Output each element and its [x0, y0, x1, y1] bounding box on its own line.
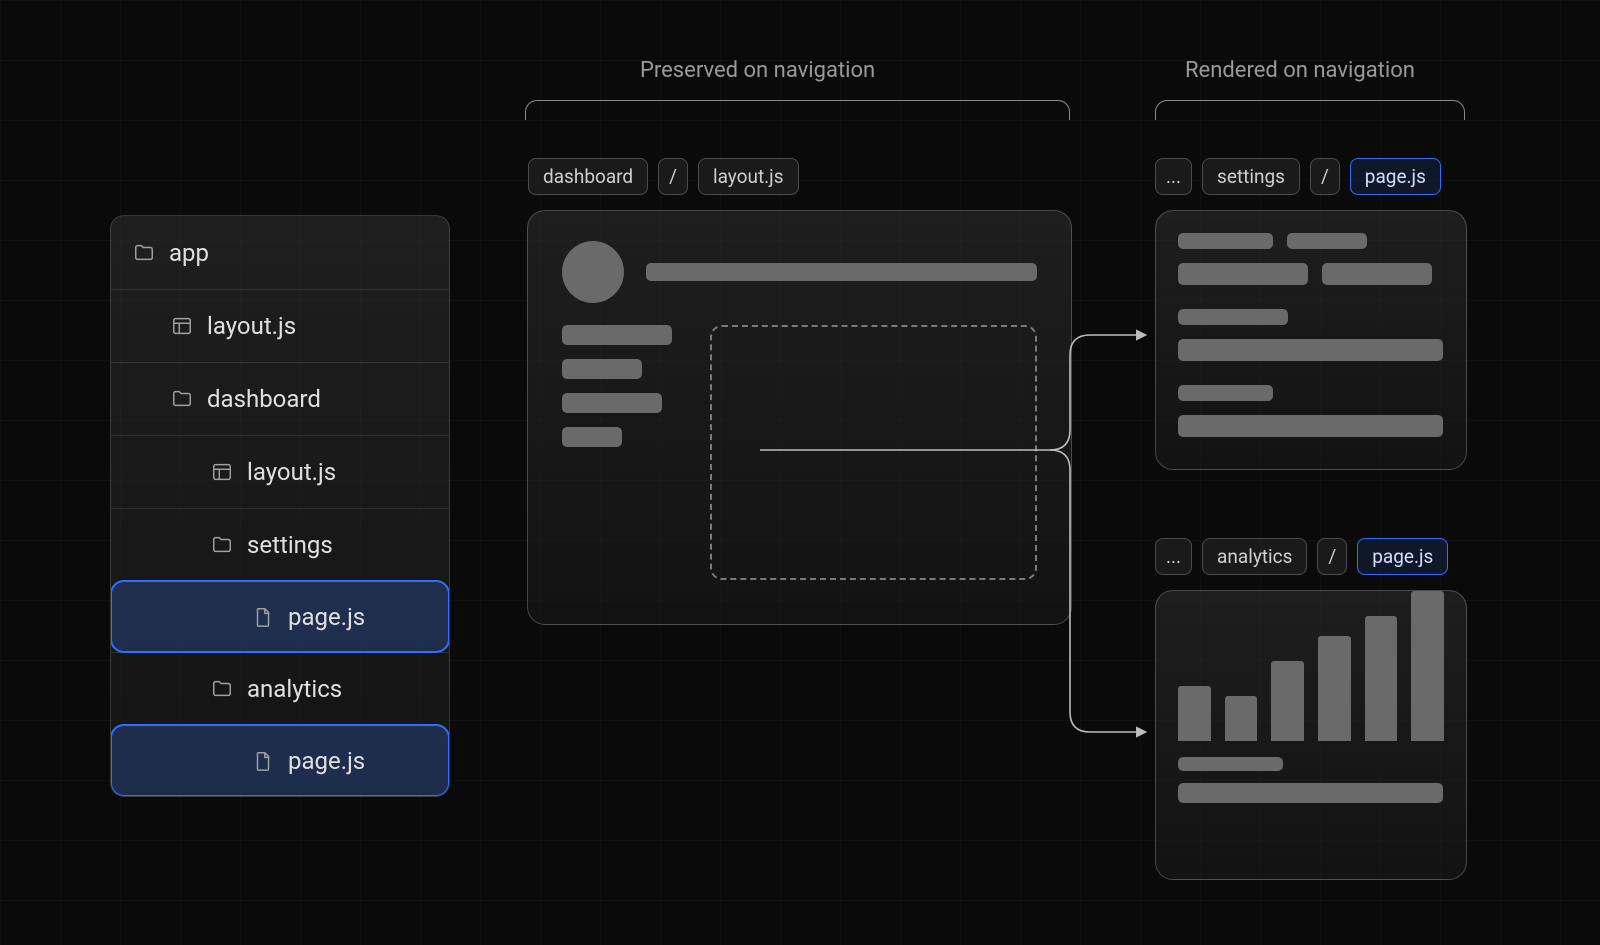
tree-item-analytics: analytics — [111, 652, 449, 725]
title-placeholder — [646, 263, 1037, 281]
crumb-segment-active: page.js — [1357, 538, 1448, 575]
tree-item-dashboard: dashboard — [111, 362, 449, 435]
crumb-separator: / — [1310, 158, 1340, 195]
crumb-segment-active: page.js — [1350, 158, 1441, 195]
tree-item-settings-page: page.js — [110, 580, 450, 653]
chart-bar — [1225, 696, 1258, 741]
crumb-ellipsis: ... — [1155, 158, 1192, 195]
crumb-ellipsis: ... — [1155, 538, 1192, 575]
page-icon — [252, 606, 274, 628]
folder-icon — [211, 534, 233, 556]
tree-item-label: analytics — [247, 675, 342, 703]
breadcrumb-settings: ... settings / page.js — [1155, 158, 1441, 195]
tree-item-label: app — [169, 239, 209, 267]
tree-item-app: app — [111, 216, 449, 289]
bracket-preserved — [525, 100, 1070, 120]
folder-icon — [211, 678, 233, 700]
tree-item-layout-root: layout.js — [111, 289, 449, 362]
chart-bar — [1411, 591, 1444, 741]
page-icon — [252, 750, 274, 772]
crumb-segment: dashboard — [528, 158, 648, 195]
chart-bar — [1365, 616, 1398, 741]
crumb-segment: settings — [1202, 158, 1300, 195]
crumb-segment: layout.js — [698, 158, 799, 195]
label-preserved: Preserved on navigation — [640, 58, 875, 83]
folder-icon — [171, 388, 193, 410]
file-tree: app layout.js dashboard layout.js settin… — [110, 215, 450, 797]
tree-item-analytics-page: page.js — [110, 724, 450, 797]
tree-item-settings: settings — [111, 508, 449, 581]
children-slot — [710, 325, 1037, 580]
tree-item-label: dashboard — [207, 385, 321, 413]
layout-icon — [211, 461, 233, 483]
settings-page-panel — [1155, 210, 1467, 470]
folder-icon — [133, 242, 155, 264]
layout-icon — [171, 315, 193, 337]
label-rendered: Rendered on navigation — [1185, 58, 1415, 83]
tree-item-layout-dashboard: layout.js — [111, 435, 449, 508]
breadcrumb-layout: dashboard / layout.js — [528, 158, 799, 195]
tree-item-label: layout.js — [207, 312, 296, 340]
bar-chart-placeholder — [1156, 591, 1466, 751]
breadcrumb-analytics: ... analytics / page.js — [1155, 538, 1448, 575]
tree-item-label: page.js — [288, 603, 365, 631]
chart-bar — [1271, 661, 1304, 741]
tree-item-label: layout.js — [247, 458, 336, 486]
sidebar-placeholder — [562, 325, 682, 580]
tree-item-label: page.js — [288, 747, 365, 775]
avatar-placeholder — [562, 241, 624, 303]
layout-panel — [527, 210, 1072, 625]
bracket-rendered — [1155, 100, 1465, 120]
crumb-separator: / — [658, 158, 688, 195]
chart-bar — [1318, 636, 1351, 741]
tree-item-label: settings — [247, 531, 333, 559]
crumb-separator: / — [1317, 538, 1347, 575]
analytics-page-panel — [1155, 590, 1467, 880]
crumb-segment: analytics — [1202, 538, 1307, 575]
chart-bar — [1178, 686, 1211, 741]
